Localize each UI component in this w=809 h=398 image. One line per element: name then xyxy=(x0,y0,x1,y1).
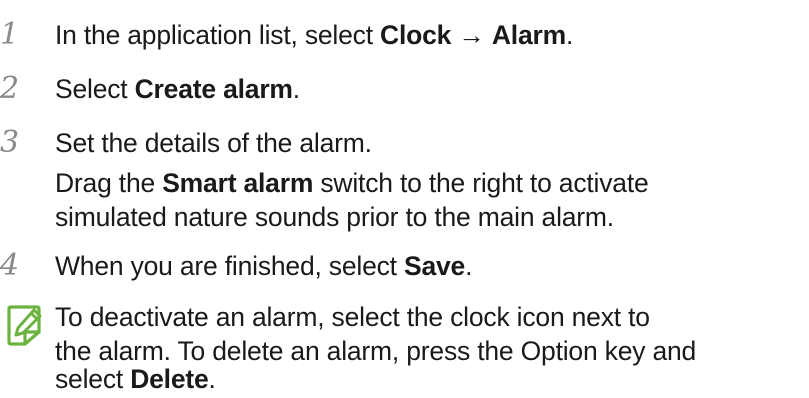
note-text: To deactivate an alarm, select the clock… xyxy=(55,300,650,334)
text-run: Set the details of the alarm. xyxy=(55,128,372,158)
step-text: In the application list, select Clock → … xyxy=(55,18,573,52)
text-run: simulated nature sounds prior to the mai… xyxy=(55,202,614,232)
note-pencil-icon xyxy=(7,305,42,346)
text-run: select xyxy=(55,364,131,394)
step-number: 4 xyxy=(0,248,20,283)
step-text: Set the details of the alarm. xyxy=(55,126,372,160)
delete-label: Delete xyxy=(130,364,209,394)
text-run: . xyxy=(565,20,574,50)
step-number: 2 xyxy=(0,71,20,106)
create-alarm-label: Create alarm xyxy=(134,74,293,104)
menu-path-clock: Clock xyxy=(380,20,452,50)
step-text: Drag the Smart alarm switch to the right… xyxy=(55,166,649,200)
text-run: In the application list, select xyxy=(55,20,381,50)
text-run: . xyxy=(208,364,216,394)
step-number: 3 xyxy=(0,125,20,160)
text-run: When you are finished, select xyxy=(55,251,404,281)
text-run: . xyxy=(292,74,300,104)
smart-alarm-label: Smart alarm xyxy=(162,168,314,198)
arrow-separator: → xyxy=(451,20,492,50)
step-text: Select Create alarm. xyxy=(55,72,300,106)
save-label: Save xyxy=(404,251,466,281)
text-run: Drag the xyxy=(55,168,163,198)
text-run: To deactivate an alarm, select the clock… xyxy=(55,302,650,332)
note-text: select Delete. xyxy=(55,362,216,396)
text-run: . xyxy=(465,251,473,281)
text-run: switch to the right to activate xyxy=(313,168,649,198)
step-text: When you are finished, select Save. xyxy=(55,249,472,283)
step-number: 1 xyxy=(0,17,20,52)
step-text: simulated nature sounds prior to the mai… xyxy=(55,200,614,234)
menu-path-alarm: Alarm xyxy=(491,20,566,50)
instruction-document: 1 In the application list, select Clock … xyxy=(0,0,809,398)
text-run: Select xyxy=(55,74,135,104)
